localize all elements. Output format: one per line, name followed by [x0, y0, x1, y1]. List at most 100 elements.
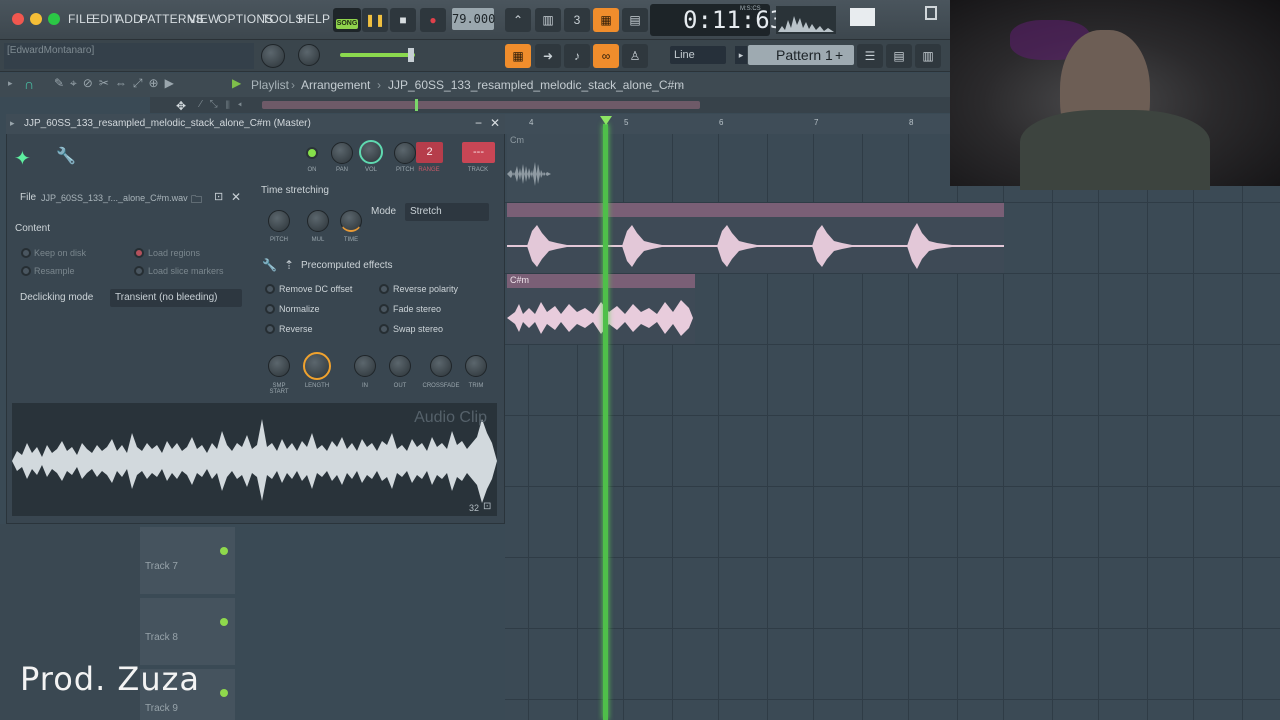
ts-mul-label: MUL	[311, 237, 325, 243]
bar-4-label: 4	[529, 118, 534, 127]
audio-clip-csharp-m[interactable]: C#m	[507, 274, 695, 344]
playlist-overview[interactable]	[262, 101, 700, 109]
volume-knob[interactable]	[359, 140, 383, 164]
declicking-label: Declicking mode	[20, 292, 94, 303]
declicking-select[interactable]: Transient (no bleeding)	[110, 289, 242, 307]
scroll-mode-icon[interactable]: ✥	[176, 99, 186, 113]
folder-icon[interactable]: 🗀	[191, 191, 202, 210]
range-value[interactable]: 2	[416, 142, 443, 163]
window-minimize-icon[interactable]: −	[475, 116, 482, 130]
close-window-button[interactable]	[12, 13, 24, 25]
scroll-mode-icons[interactable]: ⁄⤡⦀◂	[200, 99, 250, 110]
snap-select[interactable]: Line	[670, 46, 726, 64]
minimize-window-button[interactable]	[30, 13, 42, 25]
audio-clip-cm[interactable]: Cm	[507, 134, 602, 202]
maximize-window-button[interactable]	[48, 13, 60, 25]
window-close-icon[interactable]: ✕	[490, 116, 500, 130]
normalize-radio[interactable]	[265, 304, 275, 314]
mixer-icon[interactable]: ☰	[857, 44, 883, 68]
channel-on-led[interactable]	[306, 147, 318, 159]
arrow-right-icon[interactable]: ➜	[535, 44, 561, 68]
magnet-icon[interactable]: ∩	[24, 76, 34, 92]
playhead[interactable]	[603, 124, 608, 720]
ts-mul-knob[interactable]	[307, 210, 329, 232]
overview-playhead	[415, 99, 418, 111]
window-menu-icon[interactable]: ▸	[10, 118, 15, 129]
clip-waveform	[507, 223, 1004, 269]
panel-toggle-icon[interactable]	[925, 6, 937, 20]
reverse-polarity-radio[interactable]	[379, 284, 389, 294]
add-pattern-icon[interactable]: +	[835, 46, 849, 64]
pitch-knob[interactable]	[394, 142, 416, 164]
resample-radio[interactable]	[21, 266, 31, 276]
piano-roll-icon[interactable]: ♪	[564, 44, 590, 68]
file-close-icon[interactable]: ✕	[231, 190, 241, 204]
browser-icon[interactable]: ▥	[915, 44, 941, 68]
countdown-icon[interactable]: 3	[564, 8, 590, 32]
fade-stereo-label: Fade stereo	[393, 304, 442, 314]
expand-icon[interactable]: ⊡	[483, 501, 491, 512]
wait-input-icon[interactable]: ▥	[535, 8, 561, 32]
sample-waveform-panel[interactable]: Audio Clip 32 ⊡	[12, 403, 497, 516]
menu-view[interactable]: VIEW	[188, 12, 219, 26]
metronome-icon[interactable]: ⌃	[505, 8, 531, 32]
trim-knob[interactable]	[465, 355, 487, 377]
playhead-marker[interactable]	[600, 116, 612, 125]
sample-start-knob[interactable]	[268, 355, 290, 377]
playlist-menu-icon[interactable]: ▸	[8, 78, 13, 89]
ts-time-knob[interactable]	[340, 210, 362, 232]
length-knob[interactable]	[303, 352, 331, 380]
pan-knob[interactable]	[331, 142, 353, 164]
play-pattern-icon[interactable]: ▶	[232, 76, 241, 90]
swap-stereo-radio[interactable]	[379, 324, 389, 334]
stop-button[interactable]: ■	[390, 8, 416, 32]
track-header-7[interactable]: Track 7	[140, 527, 235, 594]
wrench-tab-icon[interactable]: 🔧	[56, 146, 76, 166]
arrow-up-icon[interactable]: ⇡	[284, 258, 294, 272]
menu-help[interactable]: HELP	[298, 12, 330, 26]
keep-on-disk-radio[interactable]	[21, 248, 31, 258]
menu-add[interactable]: ADD	[116, 12, 142, 26]
master-pitch-knob[interactable]	[298, 44, 320, 66]
waveform-tab-icon[interactable]: ✦	[14, 146, 31, 171]
link-icon[interactable]: ∞	[593, 44, 619, 68]
master-volume-knob[interactable]	[261, 44, 285, 68]
crossfade-knob[interactable]	[430, 355, 452, 377]
remove-dc-offset-radio[interactable]	[265, 284, 275, 294]
menu-file[interactable]: FILE	[68, 12, 94, 26]
record-button[interactable]: ●	[420, 8, 446, 32]
track-header-8[interactable]: Track 8	[140, 598, 235, 665]
song-mode-toggle[interactable]: SONG	[333, 8, 361, 32]
swap-stereo-label: Swap stereo	[393, 324, 444, 334]
pin-icon[interactable]: ⊡	[214, 190, 223, 203]
step-edit-icon[interactable]: ▦	[593, 8, 619, 32]
load-regions-radio[interactable]	[134, 248, 144, 258]
fade-stereo-radio[interactable]	[379, 304, 389, 314]
fade-out-knob[interactable]	[389, 355, 411, 377]
wrench-icon[interactable]: 🔧	[262, 258, 277, 272]
fade-in-knob[interactable]	[354, 355, 376, 377]
track-9-led[interactable]	[220, 689, 228, 697]
channel-rack-icon[interactable]: ▤	[886, 44, 912, 68]
reverse-radio[interactable]	[265, 324, 275, 334]
track-separator	[505, 344, 1280, 345]
file-name[interactable]: JJP_60SS_133_r..._alone_C#m.wav	[41, 193, 188, 203]
stamp-icon[interactable]: ♙	[622, 44, 648, 68]
audio-clip-melodic[interactable]	[507, 203, 1004, 273]
track-7-led[interactable]	[220, 547, 228, 555]
mixer-track-value[interactable]: ---	[462, 142, 495, 163]
ts-pitch-knob[interactable]	[268, 210, 290, 232]
playlist-icon[interactable]: ▦	[505, 44, 531, 68]
load-slice-markers-radio[interactable]	[134, 266, 144, 276]
tempo-display[interactable]: 79.000	[452, 8, 495, 30]
pause-button[interactable]: ❚❚	[362, 8, 388, 32]
stretch-mode-select[interactable]: Stretch	[405, 203, 489, 221]
pattern-prev-icon[interactable]: ▸	[735, 46, 747, 64]
master-volume-slider[interactable]	[340, 53, 415, 57]
blend-notes-icon[interactable]: ▤	[622, 8, 648, 32]
track-label: TRACK	[467, 167, 489, 173]
draw-tools-icons[interactable]: ✎⌖⊘✂⇔⤢⊕▶	[54, 76, 180, 91]
load-slice-markers-label: Load slice markers	[148, 266, 224, 276]
master-volume-handle[interactable]	[408, 48, 414, 62]
track-8-led[interactable]	[220, 618, 228, 626]
